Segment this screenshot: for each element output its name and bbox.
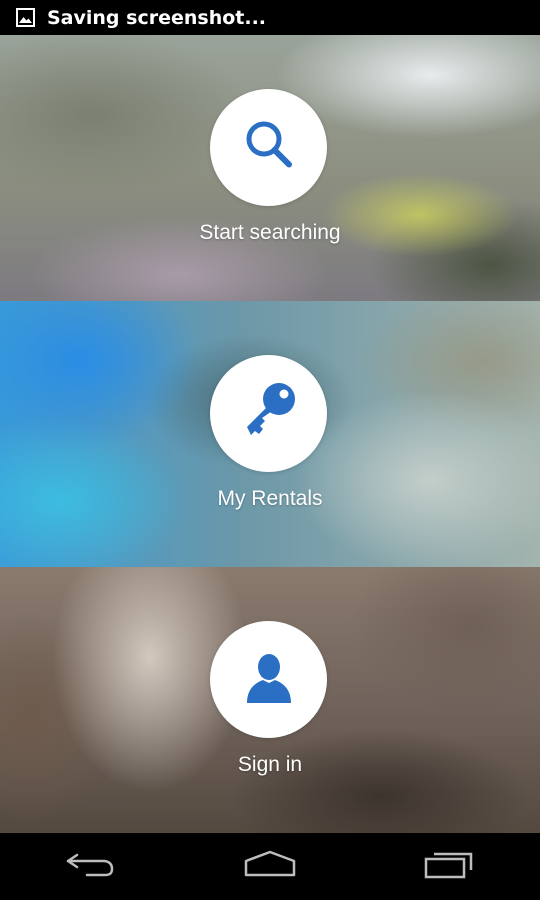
key-icon	[237, 379, 301, 448]
recent-apps-icon	[424, 849, 476, 884]
search-button[interactable]	[210, 89, 327, 206]
start-searching-tile[interactable]: Start searching	[0, 35, 540, 301]
image-icon	[16, 8, 35, 27]
home-button[interactable]	[230, 842, 310, 892]
status-bar: Saving screenshot...	[0, 0, 540, 35]
start-searching-label: Start searching	[199, 221, 341, 244]
recent-apps-button[interactable]	[410, 842, 490, 892]
notification-text: Saving screenshot...	[47, 6, 267, 29]
rentals-button[interactable]	[210, 355, 327, 472]
back-icon	[65, 849, 115, 884]
my-rentals-tile[interactable]: My Rentals	[0, 301, 540, 567]
home-icon	[243, 849, 297, 884]
my-rentals-label: My Rentals	[217, 487, 323, 510]
sign-in-button[interactable]	[210, 621, 327, 738]
navigation-bar	[0, 833, 540, 900]
sign-in-label: Sign in	[237, 753, 303, 776]
search-icon	[239, 115, 299, 180]
user-icon	[239, 647, 299, 712]
sign-in-tile[interactable]: Sign in	[0, 567, 540, 833]
back-button[interactable]	[50, 842, 130, 892]
